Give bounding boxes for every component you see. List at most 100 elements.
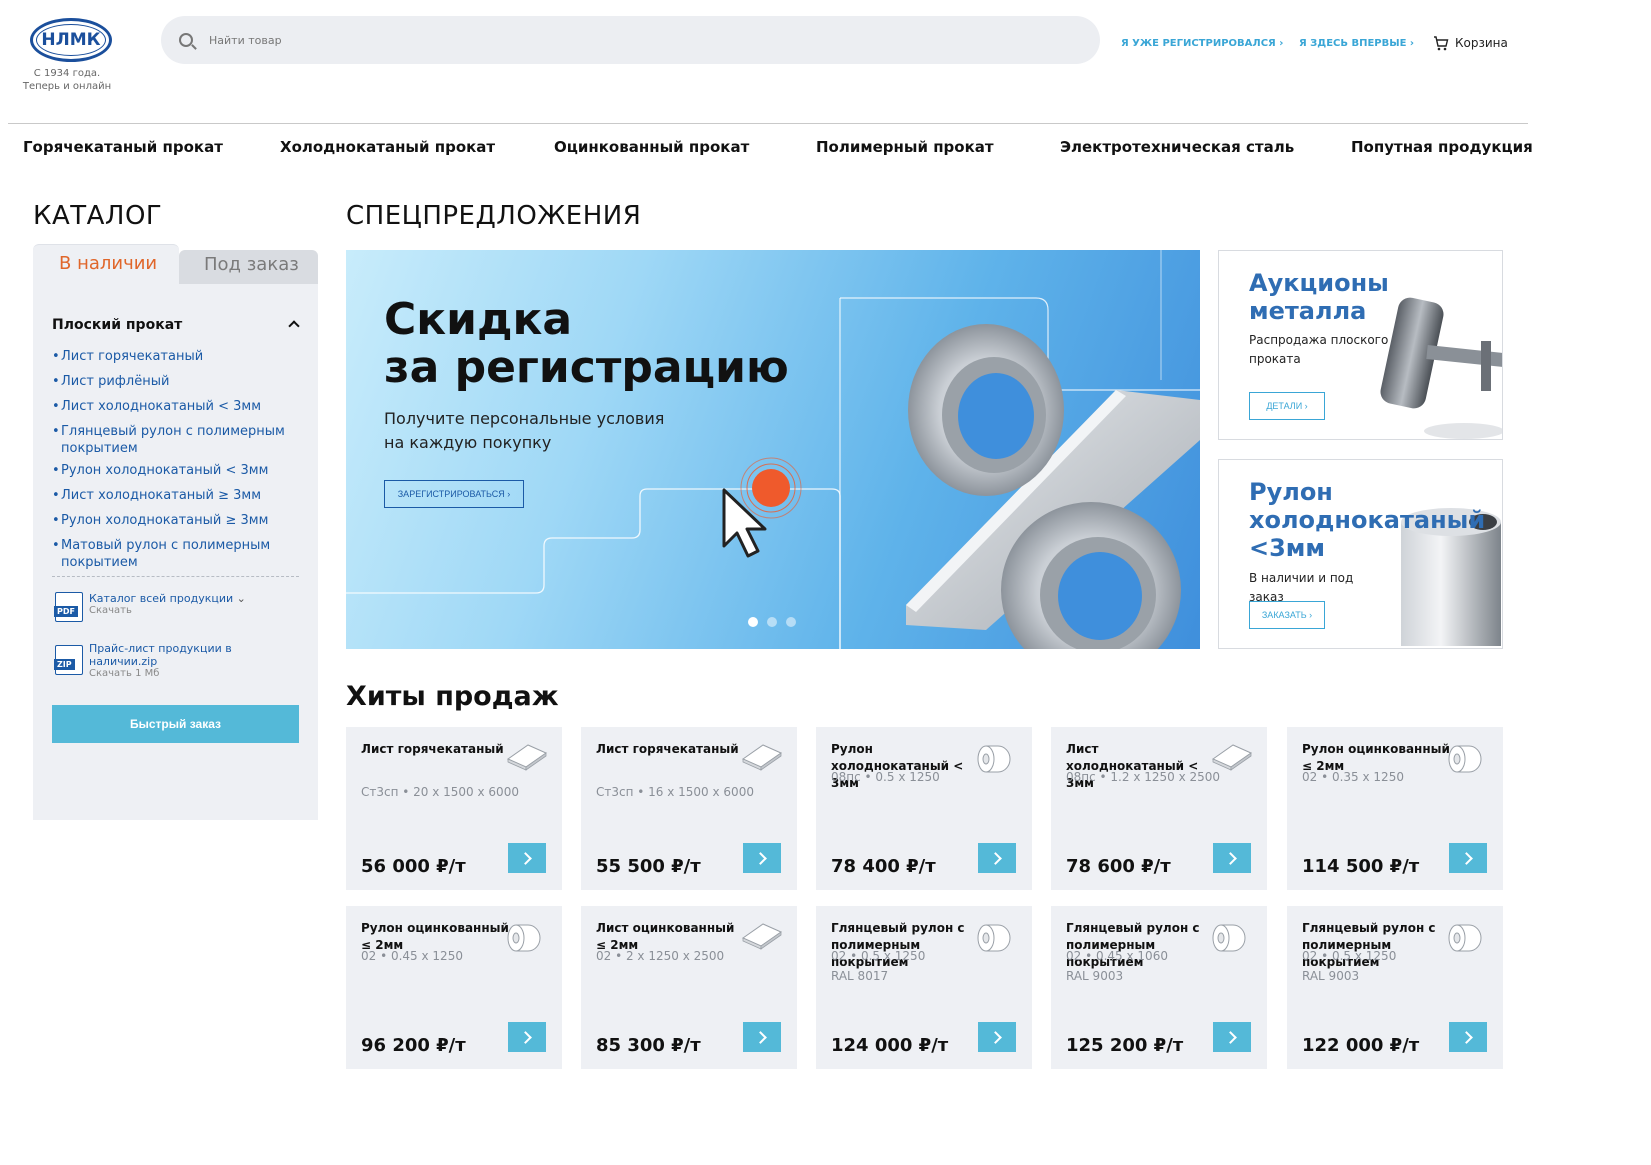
product-open-button[interactable]	[978, 1022, 1016, 1052]
coil-icon	[976, 741, 1012, 779]
hits-title: Хиты продаж	[346, 681, 559, 712]
cold-rolled-order-button[interactable]: ЗАКАЗАТЬ ›	[1249, 601, 1325, 629]
tagline-line-1: С 1934 года.	[33, 68, 101, 79]
coil-icon	[1447, 741, 1483, 779]
tagline-line-2: Теперь и онлайн	[22, 81, 112, 92]
product-open-button[interactable]	[1449, 843, 1487, 873]
product-spec: 02 • 2 x 1250 x 2500	[596, 949, 725, 963]
product-card[interactable]: Лист горячекатаный Ст3сп • 16 x 1500 x 60…	[581, 727, 797, 890]
logo[interactable]: НЛМК	[30, 18, 112, 62]
product-color: RAL 8017	[831, 969, 889, 983]
logo-text: НЛМК	[41, 30, 101, 50]
product-open-button[interactable]	[508, 843, 546, 873]
search-bar[interactable]	[161, 16, 1100, 64]
product-title: Лист горячекатаный	[361, 742, 504, 756]
product-spec: Ст3сп • 16 x 1500 x 6000	[596, 785, 754, 799]
catalog-item[interactable]: •Матовый рулон с полимерным покрытием	[52, 537, 292, 571]
catalog-item[interactable]: •Лист холоднокатаный ≥ 3мм	[52, 487, 292, 504]
sheet-icon	[741, 920, 783, 954]
banner-register-button[interactable]: ЗАРЕГИСТРИРОВАТЬСЯ ›	[384, 480, 524, 508]
catalog-divider	[52, 576, 299, 577]
carousel-dots[interactable]	[748, 617, 796, 627]
search-icon	[179, 33, 193, 47]
nav-hot-rolled[interactable]: Горячекатаный прокат	[23, 138, 223, 156]
product-open-button[interactable]	[743, 1022, 781, 1052]
auctions-title: Аукционы металла	[1249, 269, 1389, 325]
catalog-item[interactable]: •Лист холоднокатаный < 3мм	[52, 398, 292, 415]
coil-icon	[1211, 920, 1247, 958]
product-card[interactable]: Глянцевый рулон с полимерным покрытием 02…	[816, 906, 1032, 1069]
download-catalog-title: Каталог всей продукции ⌄	[89, 592, 246, 605]
nav-electrical-steel[interactable]: Электротехническая сталь	[1060, 138, 1294, 156]
product-price: 85 300 ₽/т	[596, 1035, 701, 1056]
product-open-button[interactable]	[743, 843, 781, 873]
catalog-title: КАТАЛОГ	[33, 201, 163, 231]
product-card[interactable]: Рулон оцинкованный ≤ 2мм 02 • 0.45 x 1250…	[346, 906, 562, 1069]
product-card[interactable]: Лист горячекатаный Ст3сп • 20 x 1500 x 60…	[346, 727, 562, 890]
product-spec: 02 • 0.5 x 1250	[1302, 949, 1397, 963]
product-card[interactable]: Лист холоднокатаный < 3мм 08пс • 1.2 x 12…	[1051, 727, 1267, 890]
product-spec: 02 • 0.35 x 1250	[1302, 770, 1404, 784]
product-price: 114 500 ₽/т	[1302, 856, 1420, 877]
chevron-down-icon: ⌄	[236, 592, 246, 605]
zip-file-icon[interactable]: ZIP	[54, 645, 83, 675]
product-open-button[interactable]	[1213, 1022, 1251, 1052]
auctions-details-button[interactable]: ДЕТАЛИ ›	[1249, 392, 1325, 420]
cart-link[interactable]: Корзина	[1433, 35, 1508, 51]
offers-title: СПЕЦПРЕДЛОЖЕНИЯ	[346, 201, 642, 231]
auctions-subtitle: Распродажа плоского проката	[1249, 333, 1389, 366]
product-card[interactable]: Глянцевый рулон с полимерным покрытием 02…	[1287, 906, 1503, 1069]
sheet-icon	[506, 741, 548, 775]
product-open-button[interactable]	[508, 1022, 546, 1052]
carousel-dot-2[interactable]	[767, 617, 777, 627]
cold-rolled-card[interactable]: Рулон холоднокатаный <3мм В наличии и по…	[1218, 459, 1503, 649]
nav-by-products[interactable]: Попутная продукция	[1351, 138, 1533, 156]
cart-label: Корзина	[1455, 36, 1508, 50]
tagline: С 1934 года. Теперь и онлайн	[14, 67, 120, 93]
nav-cold-rolled[interactable]: Холоднокатаный прокат	[280, 138, 495, 156]
catalog-group-flat[interactable]: Плоский прокат	[52, 317, 182, 333]
product-spec: Ст3сп • 20 x 1500 x 6000	[361, 785, 519, 799]
product-spec: 02 • 0.45 x 1060	[1066, 949, 1168, 963]
nav-polymer[interactable]: Полимерный прокат	[816, 138, 994, 156]
product-price: 78 600 ₽/т	[1066, 856, 1171, 877]
tab-to-order[interactable]: Под заказ	[179, 250, 318, 284]
search-input[interactable]	[209, 33, 809, 47]
product-spec: 02 • 0.45 x 1250	[361, 949, 463, 963]
download-catalog[interactable]: Каталог всей продукции ⌄ Скачать	[89, 592, 246, 616]
catalog-item[interactable]: •Рулон холоднокатаный < 3мм	[52, 462, 292, 479]
product-price: 124 000 ₽/т	[831, 1035, 949, 1056]
product-card[interactable]: Глянцевый рулон с полимерным покрытием 02…	[1051, 906, 1267, 1069]
quick-order-button[interactable]: Быстрый заказ	[52, 705, 299, 743]
product-price: 125 200 ₽/т	[1066, 1035, 1184, 1056]
product-open-button[interactable]	[1449, 1022, 1487, 1052]
product-price: 122 000 ₽/т	[1302, 1035, 1420, 1056]
pdf-file-icon[interactable]: PDF	[54, 592, 83, 622]
promo-banner[interactable]: Скидка за регистрацию Получите персональ…	[346, 250, 1200, 649]
product-color: RAL 9003	[1066, 969, 1124, 983]
nav-galvanized[interactable]: Оцинкованный прокат	[554, 138, 749, 156]
register-link[interactable]: Я ЗДЕСЬ ВПЕРВЫЕ ›	[1299, 38, 1414, 49]
product-card[interactable]: Рулон холоднокатаный < 3мм 08пс • 0.5 x 1…	[816, 727, 1032, 890]
product-price: 55 500 ₽/т	[596, 856, 701, 877]
product-open-button[interactable]	[978, 843, 1016, 873]
product-title: Лист горячекатаный	[596, 742, 739, 756]
catalog-item[interactable]: •Лист горячекатаный	[52, 348, 292, 365]
carousel-dot-1[interactable]	[748, 617, 758, 627]
product-card[interactable]: Лист оцинкованный ≤ 2мм 02 • 2 x 1250 x 2…	[581, 906, 797, 1069]
tab-in-stock[interactable]: В наличии	[33, 244, 179, 284]
coil-icon	[506, 920, 542, 958]
login-link[interactable]: Я УЖЕ РЕГИСТРИРОВАЛСЯ ›	[1121, 38, 1283, 49]
banner-title: Скидка за регистрацию	[384, 294, 789, 393]
download-pricelist[interactable]: Прайс-лист продукции в наличии.zip Скача…	[89, 642, 249, 679]
coil-icon	[976, 920, 1012, 958]
catalog-item[interactable]: •Рулон холоднокатаный ≥ 3мм	[52, 512, 292, 529]
product-open-button[interactable]	[1213, 843, 1251, 873]
download-pricelist-title: Прайс-лист продукции в наличии.zip	[89, 642, 232, 668]
catalog-item[interactable]: •Глянцевый рулон с полимерным покрытием	[52, 423, 292, 457]
coil-icon	[1447, 920, 1483, 958]
auctions-card[interactable]: Аукционы металла Распродажа плоского про…	[1218, 250, 1503, 440]
carousel-dot-3[interactable]	[786, 617, 796, 627]
catalog-item[interactable]: •Лист рифлёный	[52, 373, 292, 390]
product-card[interactable]: Рулон оцинкованный ≤ 2мм 02 • 0.35 x 1250…	[1287, 727, 1503, 890]
